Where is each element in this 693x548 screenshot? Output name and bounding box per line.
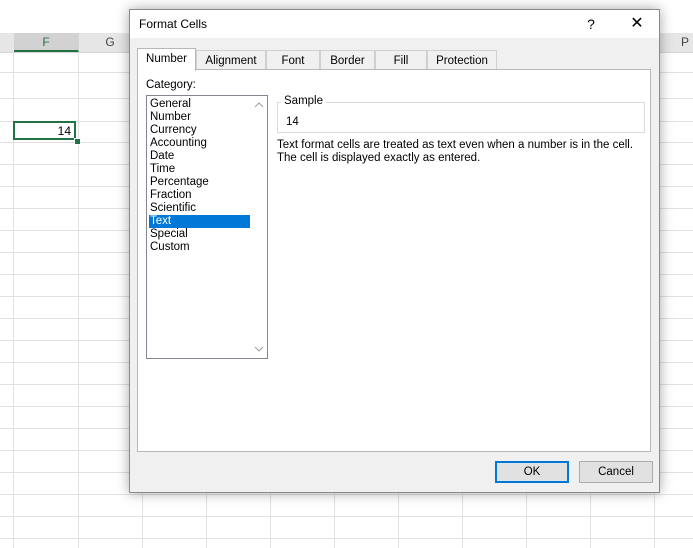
help-icon[interactable]: ? — [580, 13, 602, 35]
sample-label: Sample — [281, 95, 326, 107]
column-header-f[interactable]: F — [14, 33, 79, 52]
sample-group-box — [277, 102, 645, 133]
close-icon[interactable]: ✕ — [623, 13, 651, 35]
category-label: Category: — [146, 79, 196, 91]
category-item-text[interactable]: Text — [149, 215, 250, 228]
ok-button[interactable]: OK — [495, 461, 569, 483]
category-item-date[interactable]: Date — [149, 150, 250, 163]
category-listbox[interactable]: General Number Currency Accounting Date … — [146, 95, 268, 359]
dialog-title: Format Cells — [139, 17, 208, 31]
scroll-up-icon[interactable] — [254, 100, 264, 110]
tab-number[interactable]: Number — [137, 48, 196, 71]
fill-handle[interactable] — [74, 138, 81, 145]
format-cells-dialog: Format Cells ? ✕ Number Alignment Font B… — [129, 9, 660, 493]
cancel-button[interactable]: Cancel — [579, 461, 653, 483]
tab-alignment[interactable]: Alignment — [196, 50, 266, 70]
active-cell[interactable]: 14 — [13, 121, 76, 140]
gridline — [0, 516, 693, 517]
tab-font[interactable]: Font — [266, 50, 320, 70]
sample-value: 14 — [286, 116, 299, 128]
gridline — [0, 494, 693, 495]
category-item-time[interactable]: Time — [149, 163, 250, 176]
category-item-general[interactable]: General — [149, 98, 250, 111]
tab-border[interactable]: Border — [320, 50, 375, 70]
category-item-special[interactable]: Special — [149, 228, 250, 241]
category-item-custom[interactable]: Custom — [149, 241, 250, 254]
category-item-accounting[interactable]: Accounting — [149, 137, 250, 150]
gridline — [78, 52, 79, 548]
category-item-percentage[interactable]: Percentage — [149, 176, 250, 189]
category-item-number[interactable]: Number — [149, 111, 250, 124]
category-item-fraction[interactable]: Fraction — [149, 189, 250, 202]
category-scrollbar[interactable] — [251, 96, 267, 358]
tab-fill[interactable]: Fill — [375, 50, 427, 70]
category-item-currency[interactable]: Currency — [149, 124, 250, 137]
category-item-scientific[interactable]: Scientific — [149, 202, 250, 215]
dialog-titlebar[interactable]: Format Cells ? ✕ — [130, 10, 659, 38]
format-description: Text format cells are treated as text ev… — [277, 139, 634, 164]
tab-protection[interactable]: Protection — [427, 50, 497, 70]
number-tab-panel: Category: General Number Currency Accoun… — [137, 69, 651, 452]
gridline — [0, 538, 693, 539]
scroll-down-icon[interactable] — [254, 344, 264, 354]
column-header-p[interactable]: P — [660, 33, 693, 52]
